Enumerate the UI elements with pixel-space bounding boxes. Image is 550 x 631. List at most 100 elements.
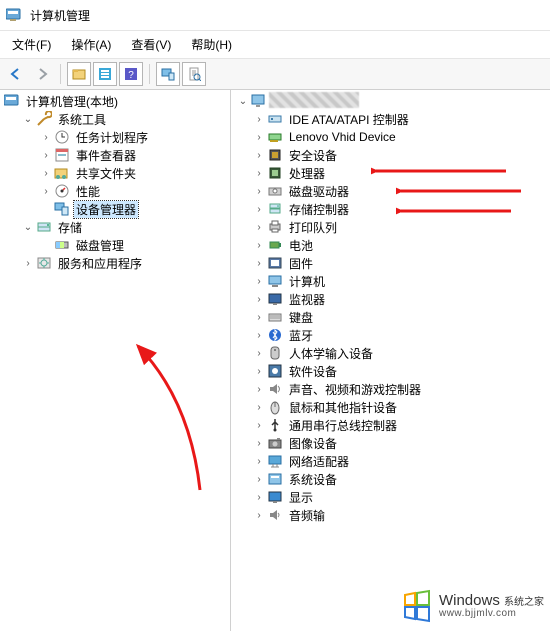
chevron-right-icon[interactable]: › (253, 149, 265, 161)
tree-item-shared-folders[interactable]: › 共享文件夹 (0, 164, 230, 182)
device-category-label: 通用串行总线控制器 (287, 417, 399, 434)
chevron-right-icon[interactable]: › (253, 509, 265, 521)
computer-mgmt-icon (4, 93, 20, 109)
menu-file[interactable]: 文件(F) (4, 33, 59, 56)
chevron-down-icon[interactable]: ⌄ (22, 113, 34, 125)
tree-item-device-manager[interactable]: › 设备管理器 (0, 200, 230, 218)
chevron-right-icon[interactable]: › (253, 203, 265, 215)
chevron-right-icon[interactable]: › (253, 221, 265, 233)
monitor-icon (267, 291, 283, 307)
toolbar-btn-devices[interactable] (156, 62, 180, 86)
chevron-right-icon[interactable]: › (253, 131, 265, 143)
tree-item-task-scheduler[interactable]: › 任务计划程序 (0, 128, 230, 146)
device-category[interactable]: ›人体学输入设备 (231, 344, 550, 362)
tree-item-system-tools[interactable]: ⌄ 系统工具 (0, 110, 230, 128)
audio-icon (267, 507, 283, 523)
chevron-right-icon[interactable]: › (253, 275, 265, 287)
chevron-right-icon[interactable]: › (253, 419, 265, 431)
sound-icon (267, 381, 283, 397)
device-category-label: 蓝牙 (287, 327, 315, 344)
device-category[interactable]: ›电池 (231, 236, 550, 254)
chevron-down-icon[interactable]: ⌄ (22, 221, 34, 233)
chevron-right-icon[interactable]: › (253, 365, 265, 377)
windows-logo-icon (399, 589, 433, 623)
toolbar: ? (0, 58, 550, 90)
chevron-right-icon[interactable]: › (40, 167, 52, 179)
tree-label: 事件查看器 (74, 147, 138, 164)
toolbar-btn-help[interactable]: ? (119, 62, 143, 86)
device-category[interactable]: ›鼠标和其他指针设备 (231, 398, 550, 416)
device-category[interactable]: › 蓝牙 (231, 326, 550, 344)
device-category[interactable]: ›IDE ATA/ATAPI 控制器 (231, 110, 550, 128)
chevron-right-icon[interactable]: › (40, 185, 52, 197)
camera-icon (267, 435, 283, 451)
tree-item-performance[interactable]: › 性能 (0, 182, 230, 200)
device-category[interactable]: ›软件设备 (231, 362, 550, 380)
chevron-right-icon[interactable]: › (253, 347, 265, 359)
device-category[interactable]: ›系统设备 (231, 470, 550, 488)
tree-label: 存储 (56, 219, 84, 236)
chevron-right-icon[interactable]: › (253, 311, 265, 323)
tree-label: 磁盘管理 (74, 237, 126, 254)
tree-item-services-apps[interactable]: › 服务和应用程序 (0, 254, 230, 272)
performance-icon (54, 183, 70, 199)
chevron-right-icon[interactable]: › (253, 329, 265, 341)
device-category[interactable]: ›打印队列 (231, 218, 550, 236)
chevron-right-icon[interactable]: › (253, 113, 265, 125)
tree-label: 系统工具 (56, 111, 108, 128)
tree-item-storage[interactable]: ⌄ 存储 (0, 218, 230, 236)
device-category-label: 监视器 (287, 291, 327, 308)
chevron-right-icon[interactable]: › (40, 131, 52, 143)
menu-help[interactable]: 帮助(H) (183, 33, 240, 56)
device-category[interactable]: ›计算机 (231, 272, 550, 290)
device-category[interactable]: ›键盘 (231, 308, 550, 326)
toolbar-btn-scan[interactable] (182, 62, 206, 86)
device-category[interactable]: › 监视器 (231, 290, 550, 308)
chevron-right-icon[interactable]: › (22, 257, 34, 269)
chevron-right-icon[interactable]: › (253, 167, 265, 179)
watermark: Windows 系统之家 www.bjjmlv.com (399, 589, 544, 623)
device-category[interactable]: ›固件 (231, 254, 550, 272)
device-category[interactable]: ›存储控制器 (231, 200, 550, 218)
device-category[interactable]: › 通用串行总线控制器 (231, 416, 550, 434)
toolbar-separator (60, 64, 61, 84)
chevron-right-icon[interactable]: › (253, 473, 265, 485)
toolbar-btn-list[interactable] (93, 62, 117, 86)
device-category[interactable]: ›磁盘驱动器 (231, 182, 550, 200)
firmware-icon (267, 255, 283, 271)
toolbar-btn-folder[interactable] (67, 62, 91, 86)
chevron-right-icon[interactable]: › (253, 401, 265, 413)
device-category[interactable]: ›处理器 (231, 164, 550, 182)
chevron-right-icon[interactable]: › (40, 149, 52, 161)
tree-label: 服务和应用程序 (56, 255, 144, 272)
back-button[interactable] (4, 62, 28, 86)
device-category[interactable]: ›安全设备 (231, 146, 550, 164)
right-pane: ⌄ ›IDE ATA/ATAPI 控制器›Lenovo Vhid Device›… (231, 90, 550, 631)
chevron-down-icon[interactable]: ⌄ (237, 95, 249, 107)
menu-view[interactable]: 查看(V) (123, 33, 179, 56)
tree-item-event-viewer[interactable]: › 事件查看器 (0, 146, 230, 164)
toolbar-separator (149, 64, 150, 84)
device-category[interactable]: ›网络适配器 (231, 452, 550, 470)
chevron-right-icon[interactable]: › (253, 257, 265, 269)
device-category[interactable]: ›显示 (231, 488, 550, 506)
keyboard-icon (267, 309, 283, 325)
device-category[interactable]: ›音频输 (231, 506, 550, 524)
disk-management-icon (54, 237, 70, 253)
left-tree[interactable]: 计算机管理(本地) ⌄ 系统工具 › 任务计划程序 (0, 92, 230, 272)
chevron-right-icon[interactable]: › (253, 437, 265, 449)
tree-item-disk-management[interactable]: › 磁盘管理 (0, 236, 230, 254)
device-category[interactable]: ›声音、视频和游戏控制器 (231, 380, 550, 398)
chevron-right-icon[interactable]: › (253, 491, 265, 503)
chevron-right-icon[interactable]: › (253, 293, 265, 305)
device-category[interactable]: ›图像设备 (231, 434, 550, 452)
battery-icon (267, 237, 283, 253)
chevron-right-icon[interactable]: › (253, 455, 265, 467)
chevron-right-icon[interactable]: › (253, 185, 265, 197)
chevron-right-icon[interactable]: › (253, 383, 265, 395)
device-category[interactable]: ›Lenovo Vhid Device (231, 128, 550, 146)
chevron-right-icon[interactable]: › (253, 239, 265, 251)
menu-action[interactable]: 操作(A) (63, 33, 119, 56)
forward-button[interactable] (30, 62, 54, 86)
tree-root[interactable]: 计算机管理(本地) (0, 92, 230, 110)
